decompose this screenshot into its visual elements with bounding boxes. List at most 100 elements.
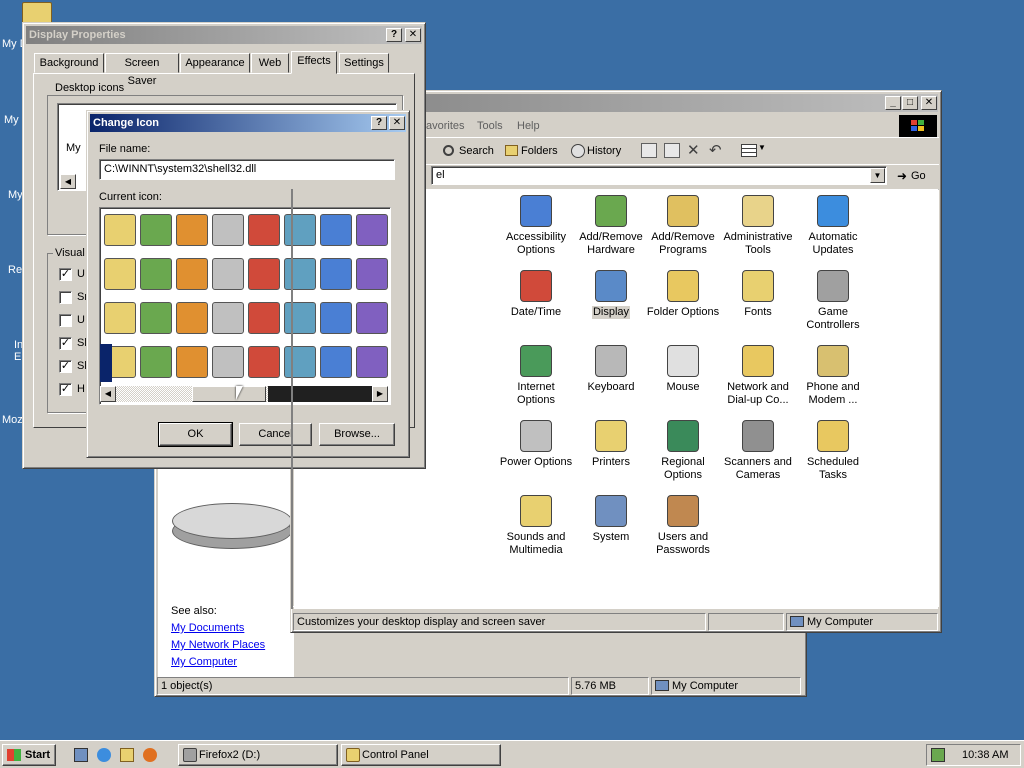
visual-effect-checkbox[interactable] — [59, 314, 72, 327]
control-panel-item[interactable]: Game Controllers — [794, 270, 872, 332]
windows-flag-icon — [7, 749, 21, 761]
control-panel-item-label: Users and Passwords — [656, 531, 710, 556]
clock-icon — [520, 270, 552, 302]
task-firefox2[interactable]: Firefox2 (D:) — [178, 744, 338, 766]
task-firefox2-label: Firefox2 (D:) — [199, 749, 261, 761]
control-panel-item[interactable]: Administrative Tools — [719, 195, 797, 257]
control-panel-item[interactable]: Fonts — [719, 270, 797, 319]
search-computer-icon[interactable] — [140, 302, 172, 334]
folder-options-icon — [667, 270, 699, 302]
cp-status-location: My Computer — [786, 613, 938, 631]
empty-recycle-icon[interactable] — [176, 346, 208, 378]
ok-button[interactable]: OK — [158, 422, 233, 447]
calendar-window-icon[interactable] — [248, 214, 280, 246]
settings-gear-icon[interactable] — [140, 258, 172, 290]
control-panel-item[interactable]: Users and Passwords — [644, 495, 722, 557]
hourglass-icon[interactable] — [140, 214, 172, 246]
control-panel-item[interactable]: Network and Dial-up Co... — [719, 345, 797, 407]
write-notepad-icon[interactable] — [248, 302, 280, 334]
control-panel-item[interactable]: Regional Options — [644, 420, 722, 482]
control-panel-item-label: Scanners and Cameras — [724, 456, 792, 481]
printer-icon[interactable] — [176, 302, 208, 334]
control-panel-item-label: Game Controllers — [806, 306, 860, 331]
link-my-network-places[interactable]: My Network Places — [171, 639, 265, 651]
control-panel-item-label: Network and Dial-up Co... — [727, 381, 789, 406]
accessibility-icon — [520, 195, 552, 227]
recycle-bin-icon[interactable] — [212, 214, 244, 246]
tab-web[interactable]: Web — [251, 53, 289, 73]
control-panel-item-label: Sounds and Multimedia — [506, 531, 566, 556]
control-panel-item[interactable]: Internet Options — [497, 345, 575, 407]
network-tree-icon[interactable] — [104, 302, 136, 334]
tab-effects[interactable]: Effects — [291, 51, 337, 74]
globe-icon — [667, 420, 699, 452]
folder-settings-icon[interactable] — [248, 258, 280, 290]
scroll-thumb[interactable] — [192, 386, 266, 402]
task-control-panel[interactable]: Control Panel — [341, 744, 501, 766]
control-panel-item-label: Regional Options — [661, 456, 705, 481]
desktop-label-4[interactable]: Re — [8, 264, 22, 276]
desktop-label-2[interactable]: My — [4, 114, 19, 126]
control-panel-item-label: Phone and Modem ... — [806, 381, 860, 406]
visual-effect-checkbox[interactable]: ✓ — [59, 337, 72, 350]
computer-icon — [595, 495, 627, 527]
quicklaunch-firefox-icon[interactable] — [143, 748, 157, 762]
tab-settings[interactable]: Settings — [339, 53, 389, 73]
quicklaunch-outlook-icon[interactable] — [120, 748, 134, 762]
visual-effect-checkbox[interactable]: ✓ — [59, 268, 72, 281]
mouse-icon — [667, 345, 699, 377]
start-button[interactable]: Start — [2, 744, 56, 766]
control-panel-item[interactable]: Sounds and Multimedia — [497, 495, 575, 557]
control-panel-item[interactable]: Keyboard — [572, 345, 650, 394]
tab-screen-saver[interactable]: Screen Saver — [105, 53, 179, 87]
desktop-icon-my-documents[interactable] — [22, 2, 52, 24]
network-computer-icon[interactable] — [104, 258, 136, 290]
visual-effect-checkbox[interactable] — [59, 291, 72, 304]
change-icon-title: Change Icon — [93, 117, 160, 129]
control-panel-item[interactable]: Folder Options — [644, 270, 722, 319]
quicklaunch-ie-icon[interactable] — [97, 748, 111, 762]
desktop-label-6[interactable]: Moz — [2, 414, 23, 426]
task-control-panel-label: Control Panel — [362, 749, 429, 761]
tab-background[interactable]: Background — [34, 53, 104, 73]
control-panel-item[interactable]: Accessibility Options — [497, 195, 575, 257]
back-arrow-icon[interactable] — [176, 258, 208, 290]
file-cube-icon[interactable] — [140, 346, 172, 378]
folder-open-icon[interactable] — [104, 214, 136, 246]
control-panel-item[interactable]: Power Options — [497, 420, 575, 469]
control-panel-item[interactable]: Automatic Updates — [794, 195, 872, 257]
control-panel-item[interactable]: Display — [572, 270, 650, 319]
close-button[interactable]: ✕ — [405, 28, 421, 42]
scroll-left-button[interactable]: ◀ — [100, 386, 116, 402]
desktop-label-3[interactable]: My — [8, 189, 23, 201]
control-panel-item[interactable]: Printers — [572, 420, 650, 469]
control-folder-icon[interactable] — [212, 346, 244, 378]
visual-effect-checkbox[interactable]: ✓ — [59, 383, 72, 396]
control-panel-item[interactable]: System — [572, 495, 650, 544]
control-panel-item[interactable]: Scanners and Cameras — [719, 420, 797, 482]
control-panel-item-label: Add/Remove Programs — [651, 231, 715, 256]
pen-hand-icon[interactable] — [176, 214, 208, 246]
control-panel-item[interactable]: Add/Remove Programs — [644, 195, 722, 257]
help-button[interactable]: ? — [386, 28, 402, 42]
control-panel-item[interactable]: Mouse — [644, 345, 722, 394]
admin-tools-icon — [742, 195, 774, 227]
control-panel-item[interactable]: Phone and Modem ... — [794, 345, 872, 407]
link-my-documents[interactable]: My Documents — [171, 622, 244, 634]
visual-effect-checkbox[interactable]: ✓ — [59, 360, 72, 373]
desktop-icons-scroll-left[interactable]: ◀ — [60, 174, 76, 189]
link-my-computer[interactable]: My Computer — [171, 656, 237, 668]
tab-appearance[interactable]: Appearance — [180, 53, 250, 73]
display-properties-titlebar[interactable]: Display Properties — [26, 26, 422, 44]
share-hand-icon[interactable] — [212, 302, 244, 334]
clock[interactable]: 10:38 AM — [962, 749, 1008, 761]
quicklaunch-desktop-icon[interactable] — [74, 748, 88, 762]
control-panel-item[interactable]: Scheduled Tasks — [794, 420, 872, 482]
network-tray-icon[interactable] — [931, 748, 945, 762]
shortcut-arrow-icon[interactable] — [212, 258, 244, 290]
control-panel-item[interactable]: Date/Time — [497, 270, 575, 319]
display-icon — [595, 270, 627, 302]
windows-film-icon[interactable] — [248, 346, 280, 378]
desktop-icons-label: Desktop icons — [53, 82, 127, 94]
control-panel-item[interactable]: Add/Remove Hardware — [572, 195, 650, 257]
